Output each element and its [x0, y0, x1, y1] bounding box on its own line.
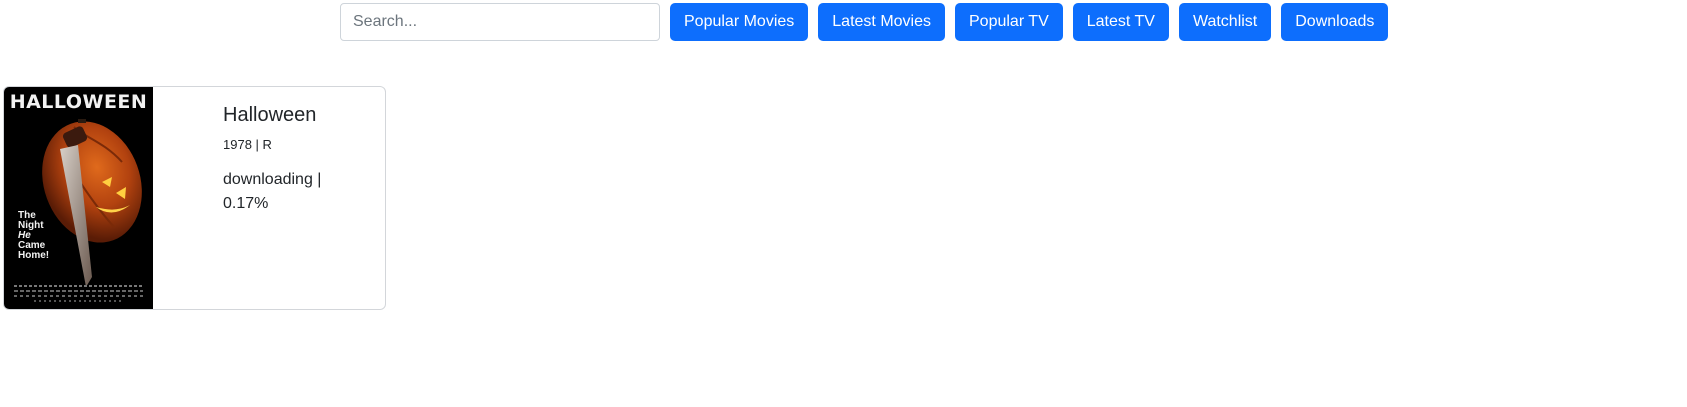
latest-tv-button[interactable]: Latest TV: [1072, 3, 1169, 41]
search-input[interactable]: [340, 3, 660, 41]
movie-poster[interactable]: HALLOWEEN The Night He Came Home!: [4, 87, 153, 309]
watchlist-button[interactable]: Watchlist: [1178, 3, 1272, 41]
top-navbar: Popular Movies Latest Movies Popular TV …: [340, 3, 1389, 41]
progress-percent: 0.17%: [223, 195, 269, 212]
pumpkin-knife-illustration: [42, 119, 142, 287]
movie-title[interactable]: Halloween: [223, 103, 365, 127]
status-text: downloading |: [223, 171, 322, 188]
download-status: downloading | 0.17%: [223, 168, 333, 216]
latest-movies-button[interactable]: Latest Movies: [818, 3, 945, 41]
popular-tv-button[interactable]: Popular TV: [955, 3, 1063, 41]
poster-credits-block: [14, 285, 143, 305]
downloads-button[interactable]: Downloads: [1281, 3, 1389, 41]
card-body: Halloween 1978 | R downloading | 0.17%: [153, 87, 385, 309]
poster-tagline: The Night He Came Home!: [18, 211, 58, 261]
tagline-line: Home!: [18, 250, 50, 261]
movie-year-rating: 1978 | R: [223, 137, 272, 152]
download-card[interactable]: HALLOWEEN The Night He Came Home! Hallow…: [3, 86, 386, 310]
popular-movies-button[interactable]: Popular Movies: [670, 3, 809, 41]
